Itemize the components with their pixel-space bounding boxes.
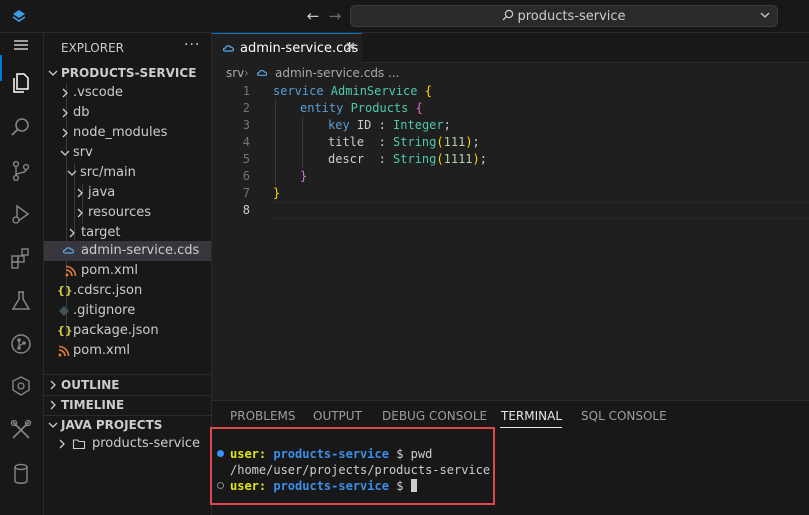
tree-folder-db[interactable]: db — [44, 103, 211, 123]
breadcrumb-separator-icon: › — [244, 66, 249, 80]
chevron-right-icon — [62, 108, 68, 118]
chevron-down-icon[interactable] — [759, 9, 771, 21]
tools-icon[interactable] — [8, 417, 34, 443]
tab-label: admin-service.cds — [240, 41, 359, 56]
tree-file-admin-service-cds[interactable]: admin-service.cds — [44, 241, 211, 261]
line-number: 4 — [242, 135, 250, 149]
tab-debug-console[interactable]: DEBUG CONSOLE — [382, 409, 487, 423]
chevron-down-icon — [48, 70, 58, 76]
run-debug-icon[interactable] — [8, 201, 34, 227]
breadcrumb: srv › admin-service.cds › ... — [212, 63, 809, 83]
command-center-text: products-service — [517, 9, 626, 24]
tab-admin-service-cds[interactable]: admin-service.cds ✕ — [212, 33, 362, 63]
line-number: 2 — [242, 101, 250, 115]
indent-guide — [302, 117, 303, 168]
rss-xml-icon — [65, 265, 77, 277]
tree-folder-src-main[interactable]: src/main — [44, 163, 211, 183]
database-icon[interactable] — [8, 461, 34, 487]
breadcrumb-separator-icon: › — [377, 66, 382, 80]
tree-file-package-json[interactable]: {} package.json — [44, 321, 211, 341]
chevron-down-icon — [67, 170, 77, 176]
indent-guide — [275, 100, 276, 185]
code-line-4: title : String(111); — [328, 135, 480, 149]
timeline-section-header[interactable]: TIMELINE — [44, 395, 211, 415]
tree-file-gitignore[interactable]: .gitignore — [44, 301, 211, 321]
code-line-6: } — [300, 169, 308, 183]
cds-file-icon — [222, 45, 235, 52]
chevron-right-icon — [59, 439, 65, 449]
current-line-highlight — [270, 202, 809, 219]
json-braces-icon: {} — [57, 324, 73, 337]
code-line-1: service AdminService { — [273, 84, 432, 98]
chevron-down-icon — [60, 150, 70, 156]
cds-file-icon — [256, 70, 268, 76]
explorer-root-folder[interactable]: PRODUCTS-SERVICE — [44, 63, 211, 83]
cds-file-icon — [62, 247, 75, 254]
tree-folder-java[interactable]: java — [44, 183, 211, 203]
git-graph-icon[interactable] — [8, 331, 34, 357]
tab-terminal[interactable]: TERMINAL — [501, 409, 562, 423]
active-view-indicator — [0, 55, 2, 81]
explorer-files-icon[interactable] — [8, 70, 34, 96]
active-tab-underline — [500, 427, 562, 428]
menu-icon[interactable] — [9, 33, 33, 57]
git-diamond-icon — [59, 306, 69, 316]
tree-folder-vscode[interactable]: .vscode — [44, 83, 211, 103]
line-number: 7 — [242, 186, 250, 200]
breadcrumb-file[interactable]: admin-service.cds — [275, 66, 384, 80]
tab-problems[interactable]: PROBLEMS — [230, 409, 296, 423]
tab-output[interactable]: OUTPUT — [313, 409, 362, 423]
tab-sql-console[interactable]: SQL CONSOLE — [581, 409, 667, 423]
code-line-2: entity Products { — [300, 101, 423, 115]
breadcrumb-more[interactable]: ... — [388, 66, 399, 80]
search-icon[interactable] — [8, 114, 34, 140]
chevron-right-icon — [69, 228, 75, 238]
terminal-highlight-box — [210, 427, 495, 505]
chevron-right-icon — [77, 208, 83, 218]
tree-folder-target[interactable]: target — [44, 223, 211, 243]
code-line-3: key ID : Integer; — [328, 118, 451, 132]
chevron-right-icon — [77, 188, 83, 198]
more-actions-icon[interactable]: ··· — [184, 37, 200, 53]
java-project-item[interactable]: products-service — [44, 434, 211, 454]
tree-folder-node-modules[interactable]: node_modules — [44, 123, 211, 143]
tree-file-pom-xml[interactable]: pom.xml — [44, 341, 211, 361]
line-number: 6 — [242, 169, 250, 183]
code-line-5: descr : String(1111); — [328, 152, 487, 166]
code-line-7: } — [273, 186, 281, 200]
line-number: 1 — [242, 84, 250, 98]
breadcrumb-folder[interactable]: srv — [226, 66, 244, 80]
sap-cloud-icon[interactable] — [8, 373, 34, 399]
json-braces-icon: {} — [57, 284, 73, 297]
activity-bar — [0, 33, 44, 515]
java-projects-section-header[interactable]: JAVA PROJECTS — [44, 415, 211, 435]
tree-file-cdsrc-json[interactable]: {} .cdsrc.json — [44, 281, 211, 301]
line-number: 3 — [242, 118, 250, 132]
close-icon[interactable]: ✕ — [345, 40, 356, 55]
testing-flask-icon[interactable] — [8, 288, 34, 314]
explorer-sidebar: EXPLORER ··· PRODUCTS-SERVICE .vscode db… — [44, 33, 212, 515]
extensions-icon[interactable] — [8, 245, 34, 271]
explorer-title: EXPLORER — [61, 41, 124, 55]
folder-icon — [72, 439, 86, 450]
chevron-right-icon — [50, 400, 56, 410]
chevron-down-icon — [48, 422, 58, 428]
chevron-right-icon — [50, 380, 56, 390]
tree-folder-resources[interactable]: resources — [44, 203, 211, 223]
search-icon — [503, 9, 514, 21]
forward-arrow-icon[interactable]: → — [326, 7, 344, 25]
tree-file-pom-xml-srv[interactable]: pom.xml — [44, 261, 211, 281]
rss-xml-icon — [58, 345, 70, 357]
line-number: 5 — [242, 152, 250, 166]
chevron-right-icon — [62, 128, 68, 138]
outline-section-header[interactable]: OUTLINE — [44, 375, 211, 395]
command-center-search[interactable]: products-service — [350, 5, 778, 27]
source-control-icon[interactable] — [8, 158, 34, 184]
tree-folder-srv[interactable]: srv — [44, 143, 211, 163]
back-arrow-icon[interactable]: ← — [304, 7, 322, 25]
code-editor[interactable]: 1 2 3 4 5 6 7 8 service AdminService { e… — [212, 83, 809, 400]
line-number: 8 — [242, 203, 250, 217]
app-logo-icon — [12, 10, 26, 22]
chevron-right-icon — [62, 88, 68, 98]
